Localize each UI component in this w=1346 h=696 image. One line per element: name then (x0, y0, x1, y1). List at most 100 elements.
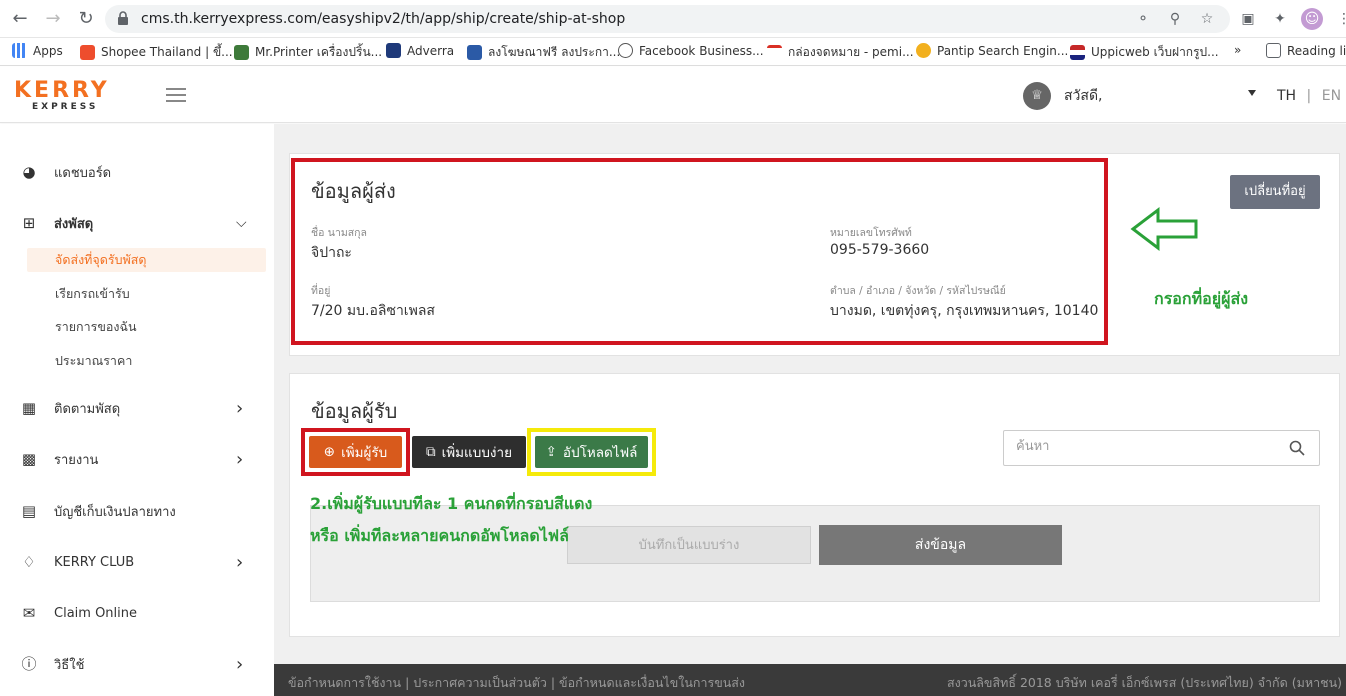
sidebar-item-claim[interactable]: ✉ Claim Online (0, 598, 274, 628)
sidebar-subitem-dropoff[interactable]: จัดส่งที่จุดรับพัสดุ (27, 248, 266, 272)
puzzle-icon[interactable]: ✦ (1269, 8, 1291, 30)
search-icon[interactable] (1289, 440, 1305, 456)
cod-book-icon: ▤ (21, 502, 37, 520)
search-input[interactable] (1016, 439, 1266, 454)
sidebar-item-kerry-club[interactable]: ♢ KERRY CLUB › (0, 547, 274, 577)
kerry-club-icon: ♢ (22, 553, 36, 571)
add-simple-button[interactable]: ⧉ เพิ่มแบบง่าย (412, 436, 526, 468)
browser-toolbar: ← → ↻ cms.th.kerryexpress.com/easyshipv2… (0, 0, 1346, 38)
footer-copyright: สงวนลิขสิทธิ์ 2018 บริษัท เคอรี่ เอ็กซ์เ… (946, 675, 1342, 690)
receiver-annotation-line1: 2.เพิ่มผู้รับแบบทีละ 1 คนกดที่กรอบสีแดง (310, 494, 593, 513)
bookmark-free-ads[interactable]: ลงโฆษณาฟรี ลงประกา... (467, 43, 620, 62)
sender-name-label: ชื่อ นามสกุล (311, 227, 367, 239)
bookmark-reading-list[interactable]: Reading lis (1266, 43, 1346, 58)
chevron-right-icon: › (236, 653, 244, 675)
bookmark-adverra[interactable]: Adverra (386, 43, 454, 58)
kerry-logo[interactable]: KERRY EXPRESS (14, 80, 138, 113)
bookmark-gmail[interactable]: กล่องจดหมาย - pemi... (767, 43, 914, 62)
change-address-button[interactable]: เปลี่ยนที่อยู่ (1230, 175, 1320, 209)
facebook-business-icon (618, 43, 633, 58)
lang-separator: | (1306, 88, 1312, 104)
shopee-icon (80, 45, 95, 60)
chevron-right-icon: › (236, 551, 244, 573)
user-menu[interactable]: ♕ สวัสดี, (1023, 82, 1103, 110)
search-field[interactable] (1003, 430, 1320, 466)
bookmarks-overflow-icon[interactable]: » (1234, 43, 1241, 57)
bookmark-uppicweb[interactable]: Uppicweb เว็บฝากรูป... (1070, 43, 1219, 62)
forward-arrow-icon[interactable]: → (43, 9, 63, 29)
more-menu-icon[interactable]: ⋮ (1333, 8, 1346, 30)
main-content: ข้อมูลผู้ส่ง ชื่อ นามสกุล จิปาถะ หมายเลข… (274, 124, 1346, 664)
gmail-icon (767, 45, 782, 60)
key-icon[interactable]: ⚲ (1166, 11, 1184, 27)
add-package-icon: ⊞ (22, 214, 36, 232)
app-header: KERRY EXPRESS ♕ สวัสดี, TH | EN (0, 67, 1346, 123)
upload-file-button[interactable]: ⇪ อัปโหลดไฟล์ (535, 436, 648, 468)
receiver-title: ข้อมูลผู้รับ (311, 399, 398, 423)
bookmark-shopee[interactable]: Shopee Thailand | ขึ้... (80, 43, 233, 62)
sender-address-label: ที่อยู่ (311, 285, 331, 297)
sidebar-item-send-parcel[interactable]: ⊞ ส่งพัสดุ ⌵ (0, 208, 274, 238)
save-draft-button[interactable]: บันทึกเป็นแบบร่าง (567, 526, 811, 564)
crown-avatar-icon: ♕ (1023, 82, 1051, 110)
sidebar-subitem-my-list[interactable]: รายการของฉัน (27, 315, 266, 339)
reload-icon[interactable]: ↻ (76, 9, 96, 29)
back-arrow-icon[interactable]: ← (10, 9, 30, 29)
greeting-text: สวัสดี, (1064, 88, 1103, 104)
pantip-icon (916, 43, 931, 58)
sidebar-item-cod[interactable]: ▤ บัญชีเก็บเงินปลายทาง (0, 496, 274, 526)
sender-title: ข้อมูลผู้ส่ง (311, 179, 396, 203)
language-switcher: TH | EN (1277, 88, 1341, 104)
page-footer: ข้อกำหนดการใช้งาน | ประกาศความเป็นส่วนตั… (274, 664, 1346, 696)
info-icon: ⓘ (21, 655, 37, 673)
upload-icon: ⇪ (545, 444, 557, 460)
profile-avatar[interactable]: ☺ (1301, 8, 1323, 30)
bookmark-mrprinter[interactable]: Mr.Printer เครื่องปริ้น... (234, 43, 382, 62)
sidebar-item-dashboard[interactable]: ◕ แดชบอร์ด (0, 157, 274, 187)
add-receiver-button[interactable]: ⊕ เพิ่มผู้รับ (309, 436, 402, 468)
lock-icon (118, 11, 128, 25)
star-icon[interactable]: ☆ (1198, 11, 1216, 27)
sidebar-subitem-estimate[interactable]: ประมาณราคา (27, 349, 266, 373)
sidebar-subitem-pickup[interactable]: เรียกรถเข้ารับ (27, 282, 266, 306)
hamburger-menu-icon[interactable] (166, 88, 186, 102)
copy-icon: ⧉ (426, 444, 436, 460)
chevron-down-icon: ⌵ (236, 215, 247, 231)
receiver-annotation-line2: หรือ เพิ่มทีละหลายคนกดอัพโหลดไฟล์ (310, 526, 569, 545)
speedometer-icon: ◕ (22, 163, 36, 181)
chevron-right-icon: › (236, 397, 244, 419)
footer-links[interactable]: ข้อกำหนดการใช้งาน | ประกาศความเป็นส่วนตั… (288, 673, 745, 693)
reading-list-icon (1266, 43, 1281, 58)
arrow-left-annotation-icon (1130, 206, 1198, 252)
chart-icon: ▩ (21, 450, 37, 468)
blocked-content-icon[interactable]: ⚬ (1134, 11, 1152, 27)
bookmarks-bar: Apps Shopee Thailand | ขึ้... Mr.Printer… (0, 38, 1346, 66)
bookmark-pantip[interactable]: Pantip Search Engin... (916, 43, 1068, 58)
user-dropdown-caret-icon[interactable] (1248, 90, 1256, 96)
sidebar-item-report[interactable]: ▩ รายงาน › (0, 444, 274, 474)
receiver-card: ข้อมูลผู้รับ ⊕ เพิ่มผู้รับ ⧉ เพิ่มแบบง่า… (289, 373, 1340, 637)
extension-chat-icon[interactable]: ▣ (1237, 8, 1259, 30)
sidebar-item-track[interactable]: ▦ ติดตามพัสดุ › (0, 393, 274, 423)
lang-th[interactable]: TH (1277, 88, 1296, 104)
url-text[interactable]: cms.th.kerryexpress.com/easyshipv2/th/ap… (141, 11, 625, 27)
submit-button[interactable]: ส่งข้อมูล (819, 525, 1062, 565)
apps-grid-icon (12, 43, 27, 58)
sender-district-value: บางมด, เขตทุ่งครุ, กรุงเทพมหานคร, 10140 (830, 303, 1099, 319)
adverra-icon (386, 43, 401, 58)
sender-annotation-text: กรอกที่อยู่ผู้ส่ง (1154, 289, 1249, 308)
action-panel: บันทึกเป็นแบบร่าง ส่งข้อมูล (310, 505, 1320, 602)
lang-en[interactable]: EN (1322, 88, 1341, 104)
bookmark-apps[interactable]: Apps (12, 43, 63, 58)
chevron-right-icon: › (236, 448, 244, 470)
bookmark-facebook-business[interactable]: Facebook Business... (618, 43, 764, 58)
claim-icon: ✉ (22, 604, 36, 622)
sender-district-label: ตำบล / อำเภอ / จังหวัด / รหัสไปรษณีย์ (830, 285, 1006, 297)
sender-phone-value: 095-579-3660 (830, 242, 930, 258)
sender-card: ข้อมูลผู้ส่ง ชื่อ นามสกุล จิปาถะ หมายเลข… (289, 153, 1340, 356)
address-bar[interactable]: cms.th.kerryexpress.com/easyshipv2/th/ap… (105, 5, 1230, 33)
plus-circle-icon: ⊕ (323, 444, 336, 460)
free-ads-icon (467, 45, 482, 60)
uppicweb-icon (1070, 45, 1085, 60)
sidebar-item-help[interactable]: ⓘ วิธีใช้ › (0, 649, 274, 679)
